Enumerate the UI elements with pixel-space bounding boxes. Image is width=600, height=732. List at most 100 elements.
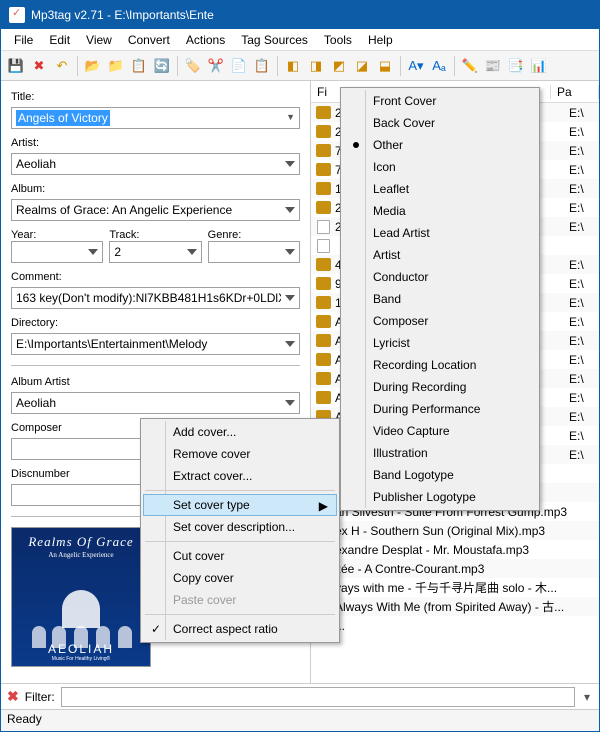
- convert3-icon[interactable]: ◩: [328, 55, 350, 77]
- covertype-item[interactable]: During Performance: [343, 398, 537, 420]
- save-icon[interactable]: 💾: [5, 55, 27, 77]
- album-label: Album:: [11, 183, 300, 195]
- playlist-icon[interactable]: 📋: [128, 55, 150, 77]
- chevron-down-icon[interactable]: ▼: [286, 112, 295, 122]
- menu-tagsources[interactable]: Tag Sources: [234, 31, 315, 49]
- watermark: APPNEE.COM: [597, 175, 599, 339]
- cover-context-menu: Add cover...Remove coverExtract cover...…: [140, 418, 340, 643]
- track-input[interactable]: 2: [109, 241, 201, 263]
- convert4-icon[interactable]: ◪: [351, 55, 373, 77]
- header-path[interactable]: Pa: [551, 85, 599, 99]
- covertype-item[interactable]: Band Logotype: [343, 464, 537, 486]
- cover-art[interactable]: Realms Of Grace An Angelic Experience AE…: [11, 527, 151, 667]
- tag-copy-icon[interactable]: 📄: [228, 55, 250, 77]
- covertype-item[interactable]: Media: [343, 200, 537, 222]
- titlebar[interactable]: Mp3tag v2.71 - E:\Importants\Ente: [1, 1, 599, 29]
- mp3-file-icon: [316, 372, 331, 385]
- undo-icon[interactable]: ↶: [51, 55, 73, 77]
- menu-tools[interactable]: Tools: [317, 31, 359, 49]
- tools2-icon[interactable]: 📑: [505, 55, 527, 77]
- autonumber-icon[interactable]: ✏️: [459, 55, 481, 77]
- covertype-item[interactable]: Other: [343, 134, 537, 156]
- covertype-item[interactable]: Recording Location: [343, 354, 537, 376]
- context-item[interactable]: Add cover...: [143, 421, 337, 443]
- menubar: File Edit View Convert Actions Tag Sourc…: [1, 29, 599, 51]
- file-path: E:\: [569, 410, 599, 424]
- cover-tag: Music For Healthy Living®: [12, 656, 150, 662]
- tag-paste-icon[interactable]: 📋: [251, 55, 273, 77]
- tools1-icon[interactable]: 📰: [482, 55, 504, 77]
- context-item[interactable]: Extract cover...: [143, 465, 337, 487]
- file-path: E:\: [569, 277, 599, 291]
- comment-input[interactable]: 163 key(Don't modify):Nl7KBB481H1s6KDr+0…: [11, 287, 300, 309]
- quickaction-icon[interactable]: Aₐ: [428, 55, 450, 77]
- tag-cut-icon[interactable]: ✂️: [205, 55, 227, 77]
- context-item[interactable]: Cut cover: [143, 545, 337, 567]
- year-input[interactable]: [11, 241, 103, 263]
- filter-bar: ✖ Filter: ▾: [1, 683, 599, 709]
- menu-convert[interactable]: Convert: [121, 31, 177, 49]
- table-row[interactable]: zée - A Contre-Courant.mp3: [311, 559, 599, 578]
- file-icon: [317, 220, 330, 234]
- albumartist-input[interactable]: Aeoliah: [11, 392, 300, 414]
- tools3-icon[interactable]: 📊: [528, 55, 550, 77]
- file-path: E:\: [569, 372, 599, 386]
- table-row[interactable]: Always With Me (from Spirited Away) - 古.…: [311, 597, 599, 616]
- covertype-item[interactable]: During Recording: [343, 376, 537, 398]
- context-item[interactable]: Set cover type▶: [143, 494, 337, 516]
- tag-remove-icon[interactable]: 🏷️: [182, 55, 204, 77]
- table-row[interactable]: ex H - Southern Sun (Original Mix).mp3: [311, 521, 599, 540]
- delete-icon[interactable]: ✖: [28, 55, 50, 77]
- convert5-icon[interactable]: ⬓: [374, 55, 396, 77]
- filter-input[interactable]: [61, 687, 575, 707]
- menu-edit[interactable]: Edit: [42, 31, 77, 49]
- filter-clear-icon[interactable]: ✖: [7, 688, 19, 705]
- covertype-item[interactable]: Leaflet: [343, 178, 537, 200]
- file-name: ex H - Southern Sun (Original Mix).mp3: [335, 524, 569, 538]
- convert2-icon[interactable]: ◨: [305, 55, 327, 77]
- folder-add-icon[interactable]: 📁: [105, 55, 127, 77]
- file-path: E:\: [569, 448, 599, 462]
- album-input[interactable]: Realms of Grace: An Angelic Experience: [11, 199, 300, 221]
- app-icon: [9, 7, 25, 23]
- context-item[interactable]: Remove cover: [143, 443, 337, 465]
- covertype-item[interactable]: Front Cover: [343, 90, 537, 112]
- folder-open-icon[interactable]: 📂: [82, 55, 104, 77]
- genre-input[interactable]: [208, 241, 300, 263]
- covertype-item[interactable]: Band: [343, 288, 537, 310]
- table-row[interactable]: exandre Desplat - Mr. Moustafa.mp3: [311, 540, 599, 559]
- table-row[interactable]: vays with me - 千与千寻片尾曲 solo - 木...: [311, 578, 599, 597]
- covertype-item[interactable]: Video Capture: [343, 420, 537, 442]
- window-title: Mp3tag v2.71 - E:\Importants\Ente: [31, 8, 214, 22]
- menu-view[interactable]: View: [79, 31, 119, 49]
- covertype-item[interactable]: Back Cover: [343, 112, 537, 134]
- covertype-item[interactable]: Conductor: [343, 266, 537, 288]
- title-value: Angels of Victory: [16, 110, 110, 126]
- covertype-item[interactable]: Icon: [343, 156, 537, 178]
- table-row[interactable]: ...: [311, 616, 599, 635]
- filter-dropdown-icon[interactable]: ▾: [581, 690, 593, 704]
- mp3-file-icon: [316, 182, 331, 195]
- covertype-item[interactable]: Illustration: [343, 442, 537, 464]
- context-item[interactable]: Copy cover: [143, 567, 337, 589]
- menu-help[interactable]: Help: [361, 31, 400, 49]
- artist-label: Artist:: [11, 137, 300, 149]
- directory-input[interactable]: E:\Importants\Entertainment\Melody: [11, 333, 300, 355]
- covertype-item[interactable]: Lyricist: [343, 332, 537, 354]
- menu-actions[interactable]: Actions: [179, 31, 232, 49]
- refresh-icon[interactable]: 🔄: [151, 55, 173, 77]
- title-input[interactable]: Angels of Victory ▼: [11, 107, 300, 129]
- convert1-icon[interactable]: ◧: [282, 55, 304, 77]
- covertype-item[interactable]: Composer: [343, 310, 537, 332]
- covertype-item[interactable]: Lead Artist: [343, 222, 537, 244]
- covertype-item[interactable]: Artist: [343, 244, 537, 266]
- context-item[interactable]: Set cover description...: [143, 516, 337, 538]
- file-path: E:\: [569, 182, 599, 196]
- menu-file[interactable]: File: [7, 31, 40, 49]
- filter-label: Filter:: [25, 690, 55, 704]
- covertype-item[interactable]: Publisher Logotype: [343, 486, 537, 508]
- context-item[interactable]: Correct aspect ratio✓: [143, 618, 337, 640]
- actions-icon[interactable]: A▾: [405, 55, 427, 77]
- artist-input[interactable]: Aeoliah: [11, 153, 300, 175]
- status-bar: Ready: [1, 709, 599, 731]
